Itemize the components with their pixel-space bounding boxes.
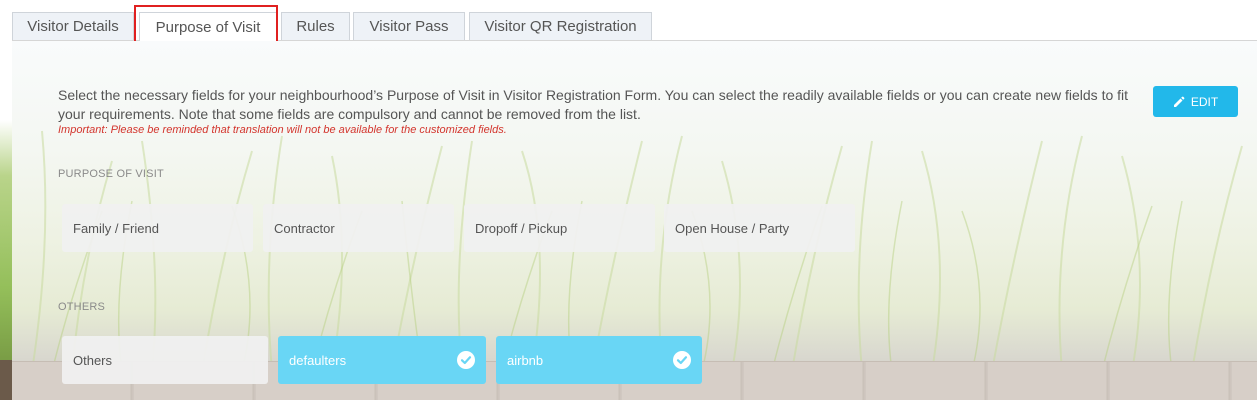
tab-visitor-pass[interactable]: Visitor Pass — [353, 12, 465, 40]
chip-label: airbnb — [507, 352, 544, 368]
chip-label: Open House / Party — [675, 220, 790, 236]
purpose-chip-contractor[interactable]: Contractor — [263, 204, 454, 252]
edit-button[interactable]: EDIT — [1153, 86, 1238, 117]
purpose-of-visit-panel: Select the necessary fields for your nei… — [12, 41, 1257, 400]
others-chip-airbnb[interactable]: airbnb — [496, 336, 702, 384]
purpose-chip-dropoff-pickup[interactable]: Dropoff / Pickup — [464, 204, 655, 252]
pencil-icon — [1173, 96, 1185, 107]
purpose-chip-open-house-party[interactable]: Open House / Party — [664, 204, 855, 252]
tab-bar: Visitor Details Purpose of Visit Rules V… — [0, 0, 1257, 51]
others-chip-others[interactable]: Others — [62, 336, 268, 384]
others-chip-defaulters[interactable]: defaulters — [278, 336, 486, 384]
chip-label: defaulters — [289, 352, 347, 368]
chip-label: Contractor — [274, 220, 335, 236]
tab-rules[interactable]: Rules — [281, 12, 350, 40]
chip-label: Others — [73, 352, 113, 368]
edit-button-label: EDIT — [1190, 94, 1219, 109]
purpose-section-label: PURPOSE OF VISIT — [58, 168, 164, 180]
tab-purpose-of-visit[interactable]: Purpose of Visit — [139, 12, 277, 41]
check-circle-icon — [457, 351, 475, 369]
tab-visitor-details[interactable]: Visitor Details — [12, 12, 134, 40]
chip-label: Family / Friend — [73, 220, 159, 236]
tab-visitor-qr-registration[interactable]: Visitor QR Registration — [469, 12, 652, 40]
chip-label: Dropoff / Pickup — [475, 220, 568, 236]
left-edge-deck — [0, 360, 12, 400]
purpose-chip-family-friend[interactable]: Family / Friend — [62, 204, 253, 252]
left-edge-decoration — [0, 120, 12, 400]
check-circle-icon — [673, 351, 691, 369]
others-section-label: OTHERS — [58, 301, 106, 313]
important-note: Important: Please be reminded that trans… — [58, 124, 507, 136]
description-text: Select the necessary fields for your nei… — [58, 87, 1129, 122]
